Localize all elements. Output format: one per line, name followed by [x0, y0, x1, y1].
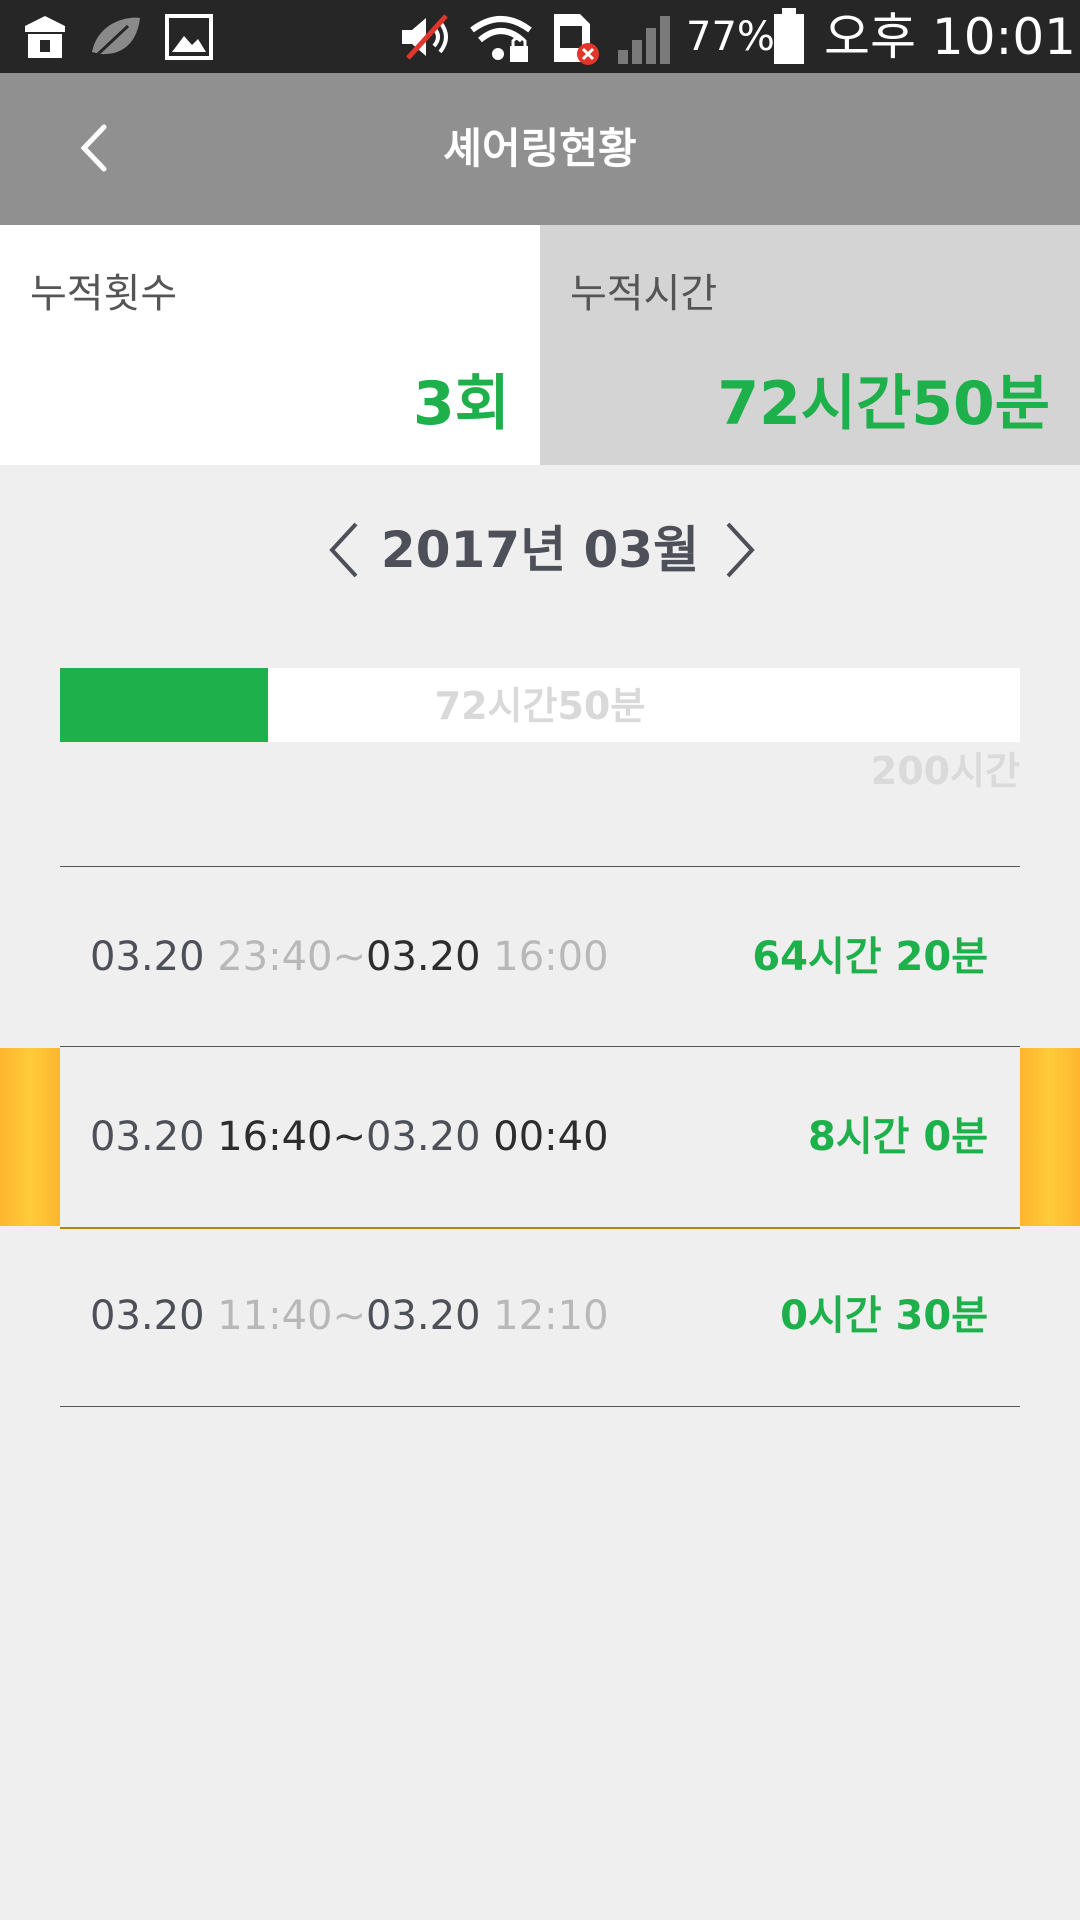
usage-progress-text: 72시간50분 — [434, 684, 646, 728]
summary-panel: 누적횟수 3회 누적시간 72시간50분 — [0, 225, 1080, 465]
row-end-time: 00:40 — [493, 1114, 609, 1160]
month-label: 2017년 03월 — [380, 521, 700, 579]
row-duration: 8시간 0분 — [808, 1114, 988, 1160]
row-separator: ~ — [332, 934, 367, 980]
row-end-date: 03.20 — [366, 1293, 481, 1339]
row-end-date: 03.20 — [366, 934, 481, 980]
leaf-icon — [92, 17, 140, 58]
row-end-date: 03.20 — [366, 1114, 481, 1160]
usage-progress-bar: 72시간50분 — [60, 668, 1020, 742]
usage-progress-max: 200시간 — [870, 749, 1020, 793]
row-start-time: 23:40 — [217, 934, 333, 980]
row-start-date: 03.20 — [90, 934, 205, 980]
signal-icon — [618, 16, 670, 64]
status-bar: 77% 오후 10:01 — [0, 0, 1080, 73]
month-navigator: 2017년 03월 — [0, 500, 1080, 600]
cumulative-count-card: 누적횟수 3회 — [0, 225, 540, 465]
cumulative-count-label: 누적횟수 — [30, 271, 178, 317]
row-start-date: 03.20 — [90, 1293, 205, 1339]
row-separator: ~ — [332, 1114, 367, 1160]
cumulative-count-value: 3회 — [413, 369, 510, 439]
status-time: 오후 10:01 — [824, 8, 1076, 66]
wifi-lock-icon — [470, 16, 532, 62]
row-start-time: 11:40 — [217, 1293, 333, 1339]
row-time-range: 03.20 11:40~03.20 12:10 — [90, 1226, 609, 1406]
page-title: 셰어링현황 — [443, 124, 637, 173]
row-duration: 0시간 30분 — [780, 1293, 988, 1339]
cumulative-time-value: 72시간50분 — [717, 369, 1050, 439]
list-item[interactable]: 03.20 11:40~03.20 12:10 0시간 30분 — [0, 1226, 1080, 1407]
list-item[interactable]: 03.20 23:40~03.20 16:00 64시간 20분 — [0, 866, 1080, 1046]
row-time-range: 03.20 16:40~03.20 00:40 — [90, 1047, 609, 1227]
gallery-icon — [165, 14, 213, 60]
cumulative-time-card: 누적시간 72시간50분 — [540, 225, 1080, 465]
chevron-left-icon — [329, 522, 358, 578]
next-month-button[interactable] — [712, 514, 766, 586]
sharing-history-list: 03.20 23:40~03.20 16:00 64시간 20분 03.20 1… — [0, 866, 1080, 1407]
store-icon — [25, 16, 65, 58]
row-start-date: 03.20 — [90, 1114, 205, 1160]
row-duration: 64시간 20분 — [752, 934, 988, 980]
cumulative-time-label: 누적시간 — [570, 271, 718, 317]
list-item-selected[interactable]: 03.20 16:40~03.20 00:40 8시간 0분 — [0, 1046, 1080, 1229]
row-separator: ~ — [332, 1293, 367, 1339]
app-bar: 셰어링현황 — [0, 73, 1080, 225]
prev-month-button[interactable] — [318, 514, 372, 586]
mute-icon — [402, 14, 448, 60]
row-time-range: 03.20 23:40~03.20 16:00 — [90, 867, 609, 1047]
chevron-right-icon — [726, 522, 755, 578]
row-end-time: 12:10 — [493, 1293, 609, 1339]
row-start-time: 16:40 — [217, 1114, 333, 1160]
no-sim-icon — [554, 14, 599, 65]
battery-percent: 77% — [686, 14, 775, 60]
battery-icon — [774, 8, 804, 64]
row-end-time: 16:00 — [493, 934, 609, 980]
